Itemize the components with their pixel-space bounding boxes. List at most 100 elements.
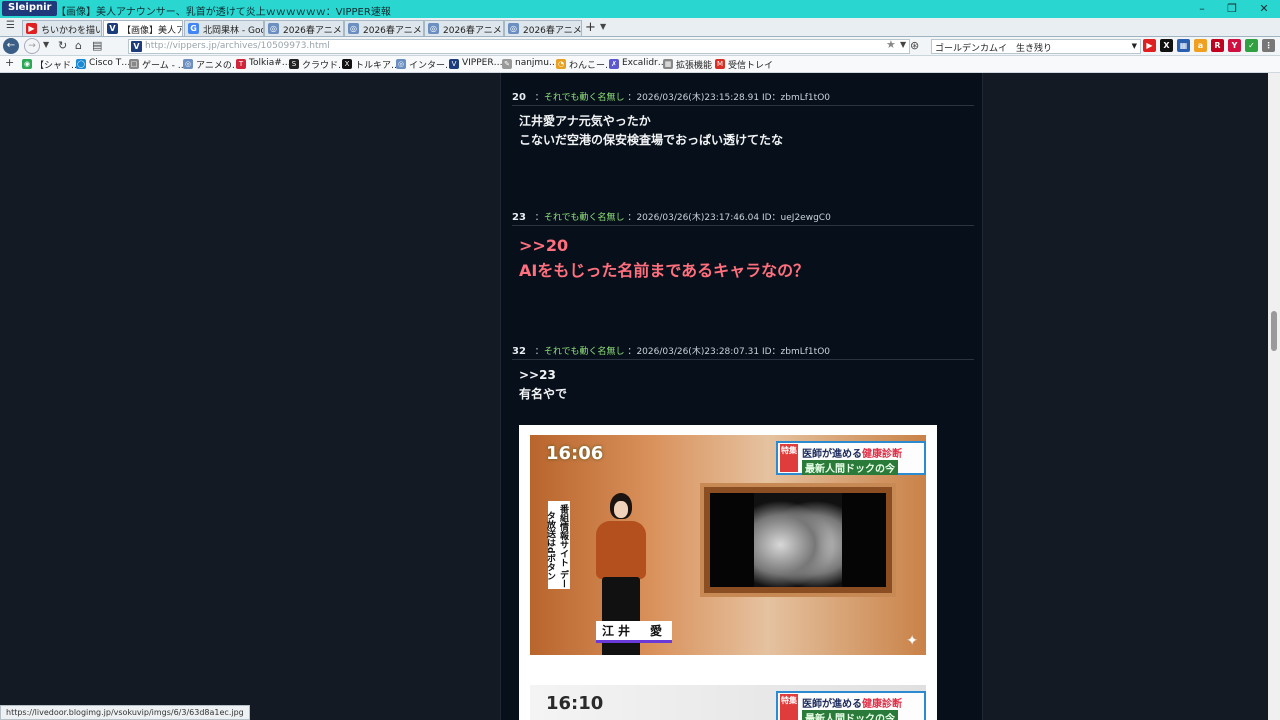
tab-label: 【画像】美人アナ… xyxy=(122,26,182,36)
bookmark-item[interactable]: V VIPPER… xyxy=(449,58,503,69)
cisco-icon: ◯ xyxy=(76,59,86,69)
window-title: 【画像】美人アナウンサー、乳首が透けて炎上ｗｗｗｗｗｗ：VIPPER速報 xyxy=(56,7,391,18)
bookmark-item[interactable]: T Tolkia#… xyxy=(236,58,291,69)
scrollbar-thumb[interactable] xyxy=(1271,311,1277,351)
post-id: ueJ2ewgC0 xyxy=(780,213,831,223)
browser-window: Sleipnir 【画像】美人アナウンサー、乳首が透けて炎上ｗｗｗｗｗｗ：VIP… xyxy=(0,0,1280,720)
xray-display xyxy=(700,483,896,597)
star-icon[interactable]: ★ xyxy=(886,38,896,51)
time-overlay: 16:06 xyxy=(546,443,604,464)
new-tab-button[interactable]: + xyxy=(585,20,596,35)
tab[interactable]: G 北岡果林 - Goo… xyxy=(184,20,264,36)
search-input[interactable]: ゴールデンカムイ 生き残り ▼ xyxy=(931,39,1141,54)
home-icon[interactable]: ⌂ xyxy=(75,39,82,52)
post-line: AIをもじった名前まであるキャラなの？ xyxy=(519,261,810,280)
vertical-scrollbar[interactable] xyxy=(1268,73,1280,720)
tab-label: ちいかわを描いてた… xyxy=(41,26,102,36)
close-button[interactable]: ✕ xyxy=(1254,2,1274,16)
rakuten-icon[interactable]: R xyxy=(1211,39,1224,52)
tab[interactable]: ◎ 2026春アニメまと… xyxy=(424,20,504,36)
bookmark-item[interactable]: S クラウド… xyxy=(289,58,347,71)
headline-banner: 特集 医師が進める健康診断 最新人間ドックの今 xyxy=(776,441,926,475)
bookmark-item[interactable]: ✗ Excalidr… xyxy=(609,58,667,69)
amazon-icon[interactable]: a xyxy=(1194,39,1207,52)
minimize-button[interactable]: – xyxy=(1192,2,1212,16)
vipper-icon: V xyxy=(131,41,142,52)
app-logo[interactable]: Sleipnir xyxy=(2,1,58,16)
tab[interactable]: ◎ 2026春アニメまと… xyxy=(504,20,582,36)
tab-label: 2026春アニメまと… xyxy=(283,26,343,36)
page-icon: □ xyxy=(129,59,139,69)
url-text: http://vippers.jp/archives/10509973.html xyxy=(145,41,330,51)
bookmark-item[interactable]: ✎ nanjmu… xyxy=(502,58,558,69)
post-image-frame[interactable]: 16:06 特集 医師が進める健康診断 最新人間ドックの今 番組情報サイト デー… xyxy=(519,425,937,720)
bookmark-item[interactable]: ▦ 拡張機能 xyxy=(663,58,712,71)
youtube-icon: ▶ xyxy=(26,23,37,34)
sparkle-icon: ✦ xyxy=(906,633,918,649)
bookmark-item[interactable]: ◯ Cisco T… xyxy=(76,58,130,69)
extension-icon[interactable]: ✓ xyxy=(1245,39,1258,52)
reply-anchor-link[interactable]: >>23 xyxy=(519,366,567,385)
feature-tag: 特集 xyxy=(780,694,798,720)
excalidraw-icon: ✗ xyxy=(609,59,619,69)
bookmarks-bar: + ◉ 【シャド… ◯ Cisco T… □ ゲーム - … ◎ アニメの… T Tolk… xyxy=(0,56,1280,73)
gmail-icon: M xyxy=(715,59,725,69)
tab-list-icon[interactable]: ☰ xyxy=(6,20,15,31)
post-datetime: 2026/03/26(木)23:28:07.31 xyxy=(636,347,760,357)
sec-icon: S xyxy=(289,59,299,69)
tab-label: 北岡果林 - Goo… xyxy=(203,26,263,36)
page-icon: ◔ xyxy=(556,59,566,69)
menu-icon[interactable]: ⋮ xyxy=(1262,39,1275,52)
bookmark-item[interactable]: ◎ インター… xyxy=(396,58,454,71)
page-icon: ◎ xyxy=(348,23,359,34)
post-line: 有名やで xyxy=(519,387,568,401)
forward-button[interactable]: → xyxy=(24,38,40,54)
vipper-icon: V xyxy=(107,23,118,34)
google-icon: G xyxy=(188,23,199,34)
maximize-button[interactable]: ❐ xyxy=(1222,2,1242,16)
post-header: 20 ：それでも動く名無し ：2026/03/26(木)23:15:28.91 … xyxy=(512,90,974,106)
tab[interactable]: ▶ ちいかわを描いてた… xyxy=(22,20,102,36)
back-button[interactable]: ← xyxy=(3,38,19,54)
bookmark-item[interactable]: □ ゲーム - … xyxy=(129,58,187,71)
poster-name: それでも動く名無し xyxy=(543,347,625,357)
extension-icon[interactable]: ▦ xyxy=(1177,39,1190,52)
tolkia-icon: T xyxy=(236,59,246,69)
star-menu-chevron-icon[interactable]: ▼ xyxy=(900,40,906,49)
bookmark-item[interactable]: M 受信トレイ xyxy=(715,58,773,71)
tab-active[interactable]: V 【画像】美人アナ… xyxy=(103,20,183,36)
reply-anchor-link[interactable]: >>20 xyxy=(519,233,809,258)
post-number: 23 xyxy=(512,212,526,223)
bookmark-item[interactable]: ◉ 【シャド… xyxy=(22,58,80,71)
youtube-icon[interactable]: ▶ xyxy=(1143,39,1156,52)
tab[interactable]: ◎ 2026春アニメまと… xyxy=(344,20,424,36)
bookmark-list-icon[interactable]: ▤ xyxy=(92,39,102,52)
title-bar: Sleipnir 【画像】美人アナウンサー、乳首が透けて炎上ｗｗｗｗｗｗ：VIP… xyxy=(0,0,1280,18)
navigation-bar: ← → ▼ ↻ ⌂ ▤ V http://vippers.jp/archives… xyxy=(0,37,1280,56)
status-bar: https://livedoor.blogimg.jp/vsokuvip/img… xyxy=(0,705,250,720)
tab[interactable]: ◎ 2026春アニメまと… xyxy=(264,20,344,36)
bookmark-item[interactable]: ◎ アニメの… xyxy=(183,58,241,71)
yahoo-icon[interactable]: Y xyxy=(1228,39,1241,52)
tab-label: 2026春アニメまと… xyxy=(363,26,423,36)
tv-screenshot-image[interactable]: 16:06 特集 医師が進める健康診断 最新人間ドックの今 番組情報サイト デー… xyxy=(530,435,926,655)
page-icon: ◎ xyxy=(183,59,193,69)
tab-label: 2026春アニメまと… xyxy=(523,26,582,36)
search-engine-icon[interactable]: ⊛ xyxy=(910,39,919,52)
tv-screenshot-image[interactable]: 16:10 特集 医師が進める健康診断 最新人間ドックの今 xyxy=(530,685,926,720)
tab-label: 2026春アニメまと… xyxy=(443,26,503,36)
post-datetime: 2026/03/26(木)23:15:28.91 xyxy=(636,93,760,103)
add-bookmark-icon[interactable]: + xyxy=(5,56,14,69)
tab-menu-chevron-icon[interactable]: ▼ xyxy=(600,22,606,31)
post-line: 江井愛アナ元気やったか xyxy=(519,114,651,128)
reload-icon[interactable]: ↻ xyxy=(58,39,67,52)
search-chevron-icon[interactable]: ▼ xyxy=(1132,42,1137,50)
address-bar[interactable]: V http://vippers.jp/archives/10509973.ht… xyxy=(128,39,910,54)
page-icon: ◎ xyxy=(508,23,519,34)
history-chevron-icon[interactable]: ▼ xyxy=(43,40,49,49)
bookmark-item[interactable]: ◔ わんこー… xyxy=(556,58,614,71)
bookmark-item[interactable]: X トルキア… xyxy=(342,58,400,71)
vipper-icon: V xyxy=(449,59,459,69)
x-icon[interactable]: X xyxy=(1160,39,1173,52)
post-body: >>20 AIをもじった名前まであるキャラなの？ xyxy=(519,233,809,283)
